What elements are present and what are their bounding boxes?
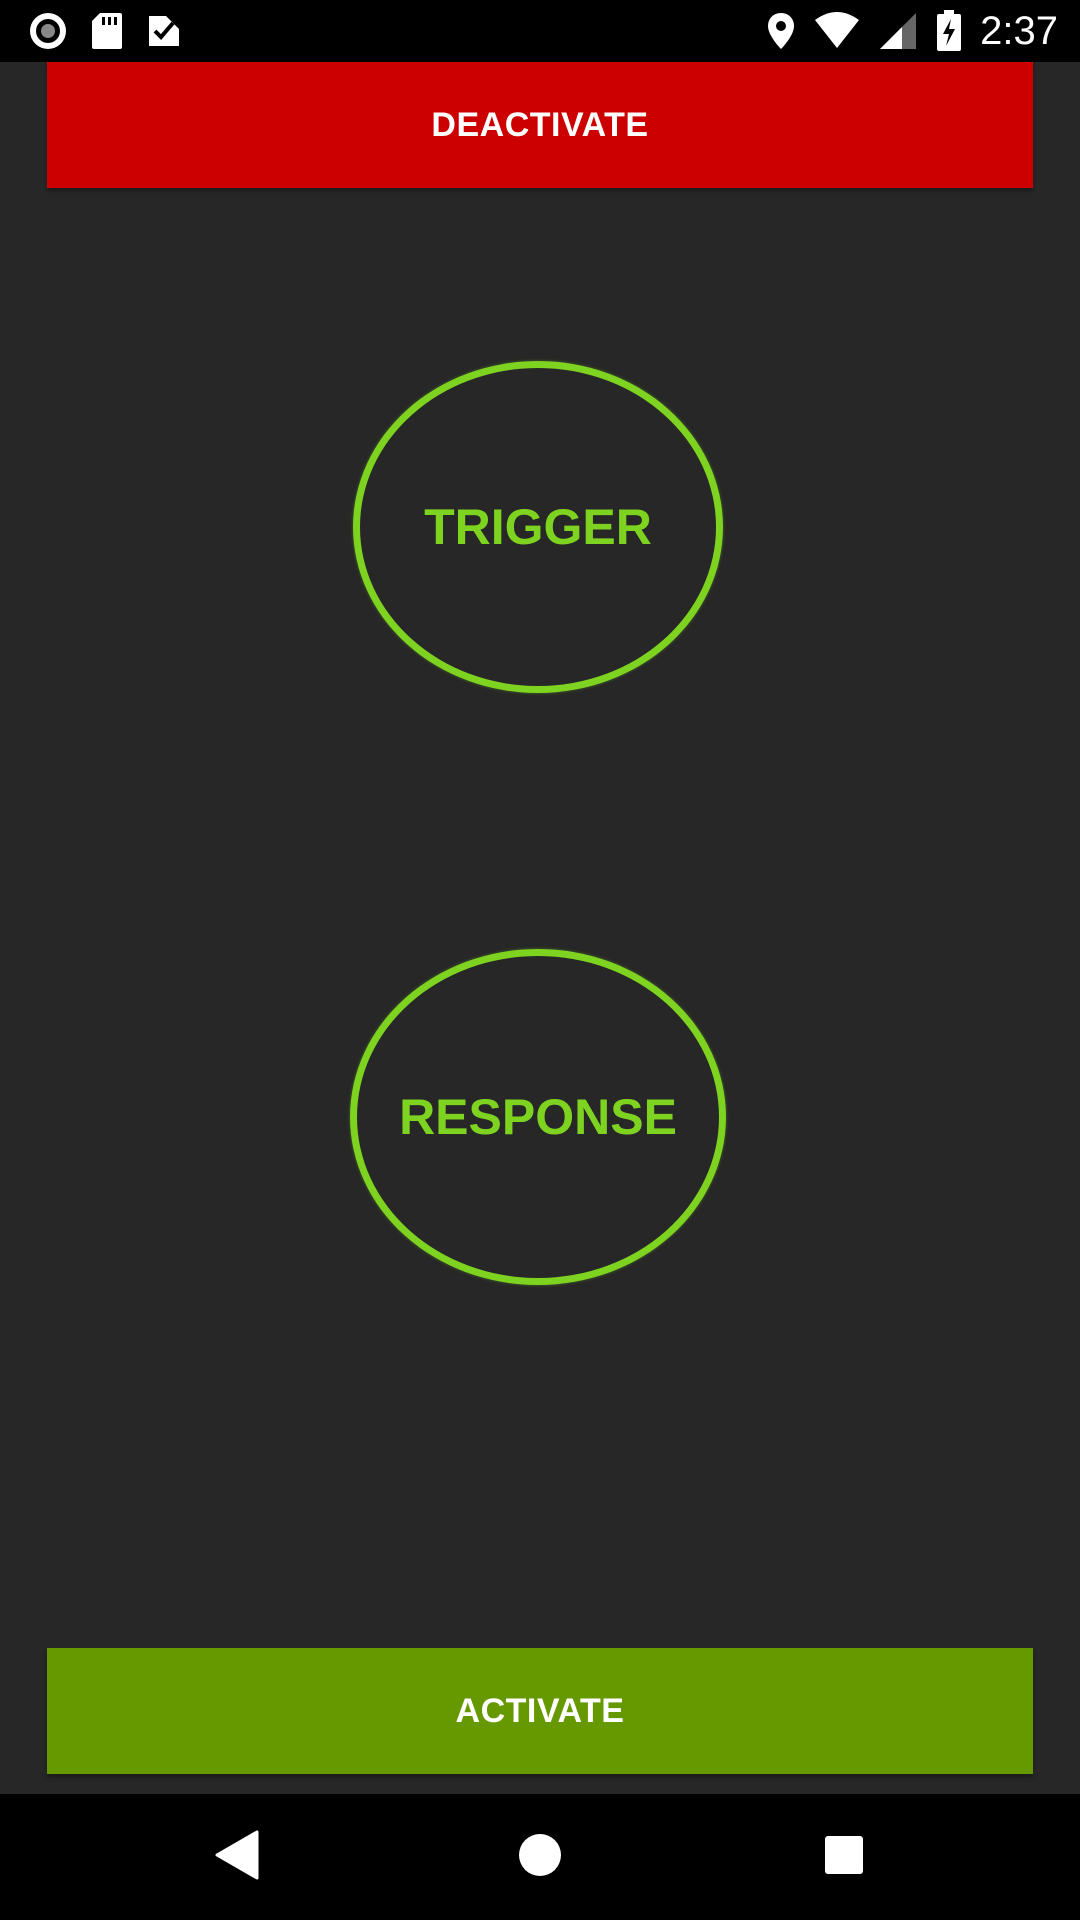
home-button[interactable] (500, 1820, 580, 1894)
battery-charging-icon (936, 10, 962, 52)
location-icon (766, 11, 796, 51)
status-left-icons (28, 10, 182, 52)
recents-button[interactable] (804, 1820, 884, 1894)
task-check-icon (146, 13, 182, 49)
back-button[interactable] (197, 1820, 277, 1894)
navigation-bar (0, 1794, 1080, 1920)
wifi-icon (814, 12, 860, 50)
home-icon (518, 1833, 562, 1881)
activate-button[interactable]: ACTIVATE (47, 1648, 1033, 1774)
back-icon (215, 1830, 259, 1884)
status-bar: 2:37 (0, 0, 1080, 62)
signal-icon (878, 11, 918, 51)
status-time: 2:37 (980, 9, 1058, 53)
status-right-icons: 2:37 (766, 6, 1058, 56)
trigger-label: TRIGGER (424, 499, 652, 555)
record-icon (28, 11, 68, 51)
response-button[interactable]: RESPONSE (350, 949, 726, 1285)
app-content: DEACTIVATE TRIGGER RESPONSE ACTIVATE (0, 62, 1080, 1794)
sd-card-icon (90, 11, 124, 51)
response-label: RESPONSE (399, 1089, 677, 1145)
deactivate-button[interactable]: DEACTIVATE (47, 62, 1033, 188)
recents-icon (824, 1835, 864, 1879)
trigger-button[interactable]: TRIGGER (353, 361, 723, 693)
